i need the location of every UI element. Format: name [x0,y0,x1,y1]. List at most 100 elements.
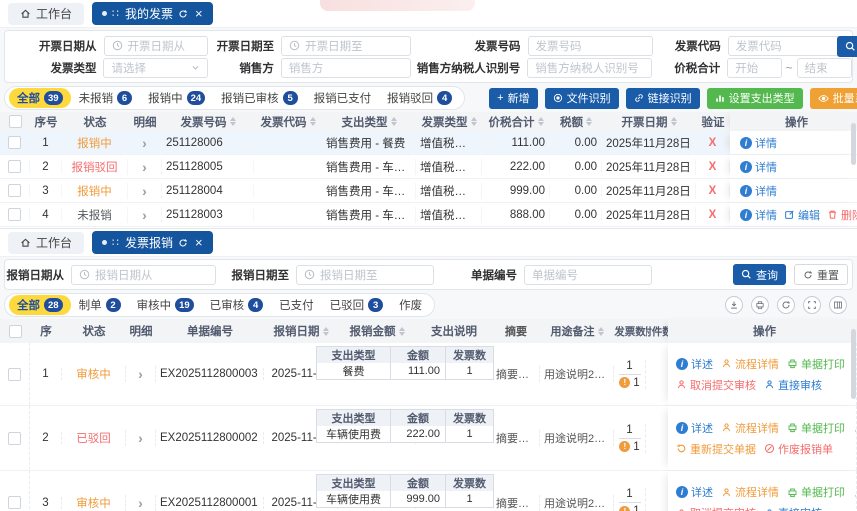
sortable-header[interactable]: 发票类型 [416,114,482,130]
direct-review-link[interactable]: 直接审核 [764,377,822,393]
expand-row-icon[interactable]: › [138,495,143,511]
trash-icon [827,209,838,220]
delete-link[interactable]: 删除 [827,207,857,223]
expand-row-icon[interactable]: › [142,135,147,151]
sortable-header[interactable]: 价税合计 [482,114,550,130]
row-checkbox[interactable] [8,136,21,149]
search-button[interactable]: 查询 [837,36,857,57]
select-all-checkbox[interactable] [9,325,22,338]
expand-row-icon[interactable]: › [138,430,143,446]
print-icon[interactable] [751,296,769,314]
row-checkbox[interactable] [8,368,21,381]
cancel-submit-link[interactable]: 取消提交审核 [676,505,756,511]
flow-detail-link[interactable]: 流程详情 [721,484,779,500]
link-recognize-button[interactable]: 链接识别 [626,88,700,109]
sortable-header[interactable]: 报销日期 [264,323,338,339]
invoice-download-link[interactable]: 发票下载 [853,484,857,500]
close-tab-icon[interactable]: × [195,7,203,20]
download-icon[interactable] [725,296,743,314]
vertical-scrollbar[interactable] [851,123,856,165]
reimburse-date-from-input[interactable]: 报销日期从 [71,265,216,285]
field-label: 销售方纳税人识别号 [411,60,527,76]
detail-link[interactable]: i详情 [740,159,777,175]
detail-link[interactable]: i详情 [740,135,777,151]
row-checkbox[interactable] [8,496,21,509]
tab-workbench[interactable]: 工作台 [8,232,84,254]
detail-link[interactable]: i详述 [676,484,713,500]
invoice-type-select[interactable]: 请选择 [103,58,208,78]
doc-number-input[interactable]: 单据编号 [524,265,652,285]
set-expense-type-button[interactable]: 设置支出类型 [707,88,803,109]
detail-link[interactable]: i详情 [740,207,777,223]
status-tab-paid[interactable]: 已支付 [271,295,322,315]
amount-from-input[interactable]: 开始 [727,58,781,78]
reimburse-date-to-input[interactable]: 报销日期至 [296,265,434,285]
fullscreen-icon[interactable] [803,296,821,314]
total-amount: 111.00 [486,137,545,149]
tab-invoice-reimburse[interactable]: ∷ 发票报销 × [92,231,213,254]
row-checkbox[interactable] [8,432,21,445]
seller-input[interactable]: 销售方 [281,58,411,78]
vertical-scrollbar[interactable] [851,329,856,399]
detail-link[interactable]: i详述 [676,420,713,436]
status-tab-reviewed[interactable]: 已审核4 [202,295,272,315]
status-tab-in-progress[interactable]: 报销中24 [140,88,213,108]
status-tab-void[interactable]: 作废 [391,295,430,315]
print-doc-link[interactable]: 单据打印 [787,420,845,436]
add-button[interactable]: +新增 [489,88,537,109]
refresh-tab-icon[interactable] [178,9,188,19]
tab-my-invoices[interactable]: ∷ 我的发票 × [92,2,213,25]
sortable-header[interactable]: 报销金额 [338,323,416,339]
print-doc-link[interactable]: 单据打印 [787,484,845,500]
sortable-header[interactable]: 支出类型 [322,114,416,130]
batch-verify-button[interactable]: 批量系统验证 [810,88,857,109]
sortable-header[interactable]: 开票日期 [602,114,696,130]
amount-to-input[interactable]: 结束 [797,58,852,78]
invoice-download-link[interactable]: 发票下载 [853,420,857,436]
status-tab-rejected[interactable]: 报销驳回4 [379,88,460,108]
query-button[interactable]: 查询 [733,264,786,285]
flow-detail-link[interactable]: 流程详情 [721,420,779,436]
status-tab-reviewing[interactable]: 审核中19 [129,295,202,315]
select-all-checkbox[interactable] [9,115,22,128]
cancel-submit-link[interactable]: 取消提交审核 [676,377,756,393]
close-tab-icon[interactable]: × [195,236,203,249]
detail-link[interactable]: i详情 [740,183,777,199]
resubmit-link[interactable]: 重新提交单据 [676,441,756,457]
status-tab-unreimbursed[interactable]: 未报销6 [71,88,141,108]
direct-review-link[interactable]: 直接审核 [764,505,822,511]
expand-row-icon[interactable]: › [138,366,143,382]
status-tab-draft[interactable]: 制单2 [71,295,129,315]
status-tab-all[interactable]: 全部39 [9,88,71,108]
refresh-icon[interactable] [777,296,795,314]
row-checkbox[interactable] [8,208,21,221]
print-doc-link[interactable]: 单据打印 [787,356,845,372]
reset-button[interactable]: 重置 [794,264,848,285]
refresh-tab-icon[interactable] [178,238,188,248]
void-doc-link[interactable]: 作废报销单 [764,441,833,457]
tab-workbench[interactable]: 工作台 [8,3,84,25]
status-tab-approved[interactable]: 报销已审核5 [213,88,306,108]
columns-icon[interactable] [829,296,847,314]
invoice-number-input[interactable]: 发票号码 [528,36,653,56]
row-checkbox[interactable] [8,184,21,197]
sortable-header[interactable]: 发票号码 [162,114,254,130]
sortable-header[interactable]: 税额 [550,114,602,130]
expand-row-icon[interactable]: › [142,159,147,175]
sortable-header[interactable]: 用途备注 [540,323,614,339]
status-tab-paid[interactable]: 报销已支付 [306,88,380,108]
row-checkbox[interactable] [8,160,21,173]
file-recognize-button[interactable]: 文件识别 [545,88,619,109]
flow-detail-link[interactable]: 流程详情 [721,356,779,372]
seller-tax-id-input[interactable]: 销售方纳税人识别号 [527,58,652,78]
edit-link[interactable]: 编辑 [784,207,820,223]
status-tab-rejected[interactable]: 已驳回3 [322,295,392,315]
status-tab-all[interactable]: 全部28 [9,295,71,315]
detail-link[interactable]: i详述 [676,356,713,372]
sortable-header[interactable]: 发票代码 [254,114,322,130]
expand-row-icon[interactable]: › [142,183,147,199]
invoice-code-input[interactable]: 发票代码 [728,36,852,56]
expand-row-icon[interactable]: › [142,207,147,223]
invoice-date-from-input[interactable]: 开票日期从 [104,36,209,56]
invoice-date-to-input[interactable]: 开票日期至 [281,36,411,56]
